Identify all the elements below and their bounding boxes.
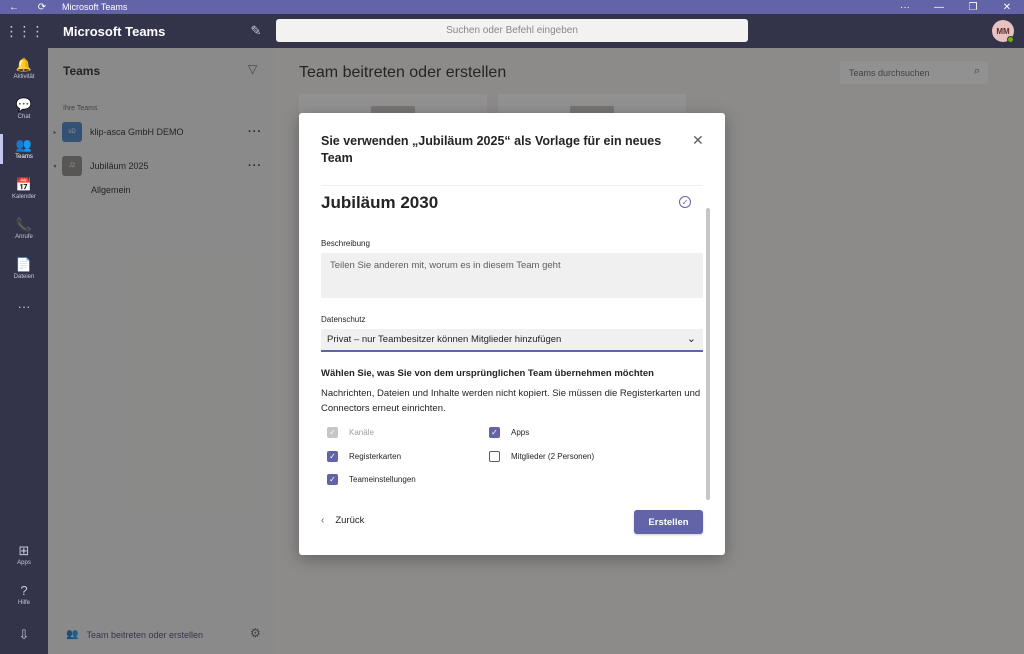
- rail-item-activity[interactable]: 🔔 Aktivität: [0, 50, 48, 88]
- presence-available-icon: [1007, 36, 1014, 43]
- calendar-icon: 📅: [15, 177, 33, 192]
- dialog-scrollbar[interactable]: [706, 208, 710, 500]
- copy-description: Nachrichten, Dateien und Inhalte werden …: [321, 388, 701, 414]
- more-options-icon[interactable]: ···: [888, 0, 922, 14]
- rail-item-files[interactable]: 📄 Dateien: [0, 250, 48, 288]
- rail-item-teams[interactable]: 👥 Teams: [0, 130, 48, 168]
- close-window-icon[interactable]: ✕: [990, 0, 1024, 14]
- description-field[interactable]: Teilen Sie anderen mit, worum es in dies…: [321, 253, 703, 298]
- app-name: Microsoft Teams: [63, 23, 166, 39]
- search-command-box[interactable]: Suchen oder Befehl eingeben: [276, 19, 748, 42]
- checkbox-channels: ✓ Kanäle: [327, 427, 374, 438]
- privacy-dropdown[interactable]: Privat – nur Teambesitzer können Mitglie…: [321, 329, 703, 352]
- teams-icon: 👥: [15, 137, 33, 152]
- checkbox-label: Mitglieder (2 Personen): [511, 452, 595, 461]
- rail-label: Kalender: [11, 194, 37, 200]
- file-icon: 📄: [15, 257, 33, 272]
- rail-label: Apps: [17, 560, 31, 566]
- back-button[interactable]: ‹ Zurück: [321, 515, 364, 526]
- checkbox-label: Teameinstellungen: [349, 475, 416, 484]
- rail-item-calls[interactable]: 📞 Anrufe: [0, 210, 48, 248]
- back-label: Zurück: [335, 515, 365, 526]
- divider: [321, 185, 703, 186]
- checkbox-team-settings[interactable]: ✓ Teameinstellungen: [327, 474, 416, 485]
- checkbox-label: Kanäle: [349, 428, 374, 437]
- checkbox-checked-icon[interactable]: ✓: [327, 451, 338, 462]
- checkbox-label: Apps: [511, 428, 530, 437]
- apps-icon: ⊞: [18, 543, 30, 558]
- dialog-title: Sie verwenden „Jubiläum 2025“ als Vorlag…: [321, 134, 662, 165]
- help-icon: ?: [20, 583, 28, 598]
- chevron-left-icon: ‹: [321, 515, 325, 526]
- copy-heading: Wählen Sie, was Sie von dem ursprünglich…: [321, 368, 654, 379]
- checkbox-checked-icon[interactable]: ✓: [489, 427, 500, 438]
- rail-item-download[interactable]: ⇩: [0, 616, 48, 654]
- refresh-icon[interactable]: ⟳: [28, 0, 56, 14]
- privacy-value: Privat – nur Teambesitzer können Mitglie…: [327, 334, 562, 345]
- checkbox-apps[interactable]: ✓ Apps: [489, 427, 529, 438]
- chat-icon: 💬: [15, 97, 33, 112]
- rail-item-apps[interactable]: ⊞ Apps: [0, 536, 48, 574]
- bell-icon: 🔔: [15, 57, 33, 72]
- checkbox-label: Registerkarten: [349, 452, 402, 461]
- rail-label: Dateien: [13, 274, 35, 280]
- checkbox-checked-icon[interactable]: ✓: [327, 474, 338, 485]
- rail-label: Hilfe: [17, 600, 30, 606]
- privacy-label: Datenschutz: [321, 315, 366, 324]
- rail-label: Chat: [17, 114, 31, 120]
- rail-label: Anrufe: [15, 234, 33, 240]
- more-apps-icon: ···: [17, 299, 31, 314]
- create-button[interactable]: Erstellen: [634, 510, 703, 534]
- download-icon: ⇩: [18, 627, 30, 642]
- create-team-dialog: Sie verwenden „Jubiläum 2025“ als Vorlag…: [299, 113, 725, 555]
- restore-icon[interactable]: ❐: [956, 0, 990, 14]
- app-launcher-icon[interactable]: ⋮⋮⋮: [0, 14, 48, 48]
- checkbox-checked-icon: ✓: [327, 427, 338, 438]
- checkbox-members[interactable]: Mitglieder (2 Personen): [489, 451, 594, 462]
- app-rail: 🔔 Aktivität 💬 Chat 👥 Teams 📅 Kalender 📞 …: [0, 48, 48, 654]
- description-label: Beschreibung: [321, 239, 370, 248]
- window-title: Microsoft Teams: [62, 2, 128, 12]
- rail-item-help[interactable]: ? Hilfe: [0, 576, 48, 614]
- rail-label: Teams: [15, 154, 33, 160]
- rail-item-chat[interactable]: 💬 Chat: [0, 90, 48, 128]
- phone-icon: 📞: [15, 217, 33, 232]
- rail-item-calendar[interactable]: 📅 Kalender: [0, 170, 48, 208]
- check-circle-icon: ✓: [679, 196, 691, 208]
- new-chat-icon[interactable]: ✎: [236, 23, 276, 39]
- app-header: ⋮⋮⋮ Microsoft Teams ✎ Suchen oder Befehl…: [0, 14, 1024, 48]
- checkbox-tabs[interactable]: ✓ Registerkarten: [327, 451, 401, 462]
- window-title-bar: ← ⟳ Microsoft Teams ··· — ❐ ✕: [0, 0, 1024, 14]
- close-icon[interactable]: ✕: [692, 132, 704, 149]
- rail-item-more[interactable]: ···: [0, 288, 48, 326]
- checkbox-unchecked-icon[interactable]: [489, 451, 500, 462]
- minimize-icon[interactable]: —: [922, 0, 956, 14]
- rail-label: Aktivität: [13, 74, 35, 80]
- team-name-field[interactable]: Jubiläum 2030: [321, 193, 438, 213]
- chevron-down-icon: ⌄: [686, 333, 696, 345]
- back-arrow-icon[interactable]: ←: [0, 0, 28, 14]
